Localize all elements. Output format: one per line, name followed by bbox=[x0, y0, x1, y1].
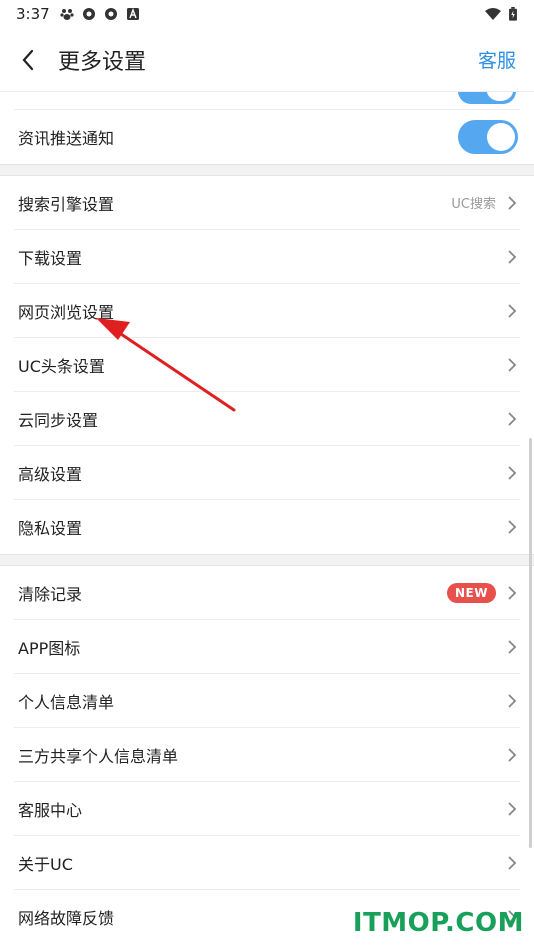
toggle-switch[interactable] bbox=[458, 92, 516, 104]
row-news-push[interactable]: 资讯推送通知 bbox=[14, 110, 520, 164]
row-download[interactable]: 下载设置 bbox=[14, 230, 520, 284]
baidu-icon bbox=[60, 9, 74, 20]
aperture-icon bbox=[82, 8, 95, 20]
row-cloud-sync[interactable]: 云同步设置 bbox=[14, 392, 520, 446]
settings-list[interactable]: 资讯推送通知 搜索引擎设置 UC搜索 下载设置 网页浏览设置 UC头条设置 云同… bbox=[0, 92, 534, 950]
row-label: 清除记录 bbox=[18, 584, 83, 604]
group-divider bbox=[0, 164, 534, 176]
row-label: 个人信息清单 bbox=[18, 692, 115, 712]
row-clear-history[interactable]: 清除记录 NEW bbox=[14, 566, 520, 620]
chevron-left-icon bbox=[22, 49, 34, 70]
row-label: 三方共享个人信息清单 bbox=[18, 746, 179, 766]
chevron-right-icon bbox=[508, 411, 517, 426]
row-label: UC头条设置 bbox=[18, 356, 105, 376]
settings-group: 搜索引擎设置 UC搜索 下载设置 网页浏览设置 UC头条设置 云同步设置 高级设… bbox=[0, 176, 534, 554]
row-advanced[interactable]: 高级设置 bbox=[14, 446, 520, 500]
news-push-toggle[interactable] bbox=[458, 120, 518, 154]
row-app-icon[interactable]: APP图标 bbox=[14, 620, 520, 674]
title-bar: 更多设置 客服 bbox=[0, 28, 534, 92]
chevron-right-icon bbox=[508, 249, 517, 264]
row-label: 关于UC bbox=[18, 854, 73, 874]
status-system-icons bbox=[484, 7, 518, 21]
row-label: 网页浏览设置 bbox=[18, 302, 115, 322]
scrollbar[interactable] bbox=[529, 438, 532, 848]
row-label: 网络故障反馈 bbox=[18, 909, 115, 928]
row-label: 云同步设置 bbox=[18, 410, 99, 430]
customer-service-link[interactable]: 客服 bbox=[478, 46, 516, 73]
chevron-right-icon bbox=[508, 639, 517, 654]
status-time: 3:37 bbox=[16, 5, 50, 23]
row-label: 搜索引擎设置 bbox=[18, 194, 115, 214]
status-notification-icons bbox=[60, 7, 140, 21]
row-label: APP图标 bbox=[18, 638, 81, 658]
row-label: 客服中心 bbox=[18, 800, 83, 820]
row-service-center[interactable]: 客服中心 bbox=[14, 782, 520, 836]
row-third-party-sharing[interactable]: 三方共享个人信息清单 bbox=[14, 728, 520, 782]
a-box-icon bbox=[126, 8, 139, 20]
battery-icon bbox=[509, 7, 517, 21]
chevron-right-icon bbox=[508, 855, 517, 870]
chevron-right-icon bbox=[508, 747, 517, 762]
aperture-icon bbox=[104, 8, 117, 20]
row-privacy[interactable]: 隐私设置 bbox=[14, 500, 520, 554]
page-title: 更多设置 bbox=[58, 49, 147, 75]
chevron-right-icon bbox=[508, 195, 517, 210]
chevron-right-icon bbox=[508, 693, 517, 708]
chevron-right-icon bbox=[508, 801, 517, 816]
row-label: 资讯推送通知 bbox=[18, 129, 115, 148]
chevron-right-icon bbox=[508, 303, 517, 318]
row-label: 隐私设置 bbox=[18, 519, 83, 538]
row-about-uc[interactable]: 关于UC bbox=[14, 836, 520, 890]
row-label: 下载设置 bbox=[18, 248, 83, 268]
row-label: 高级设置 bbox=[18, 464, 83, 484]
back-button[interactable] bbox=[0, 28, 56, 92]
chevron-right-icon bbox=[508, 357, 517, 372]
group-divider bbox=[0, 554, 534, 566]
watermark: ITMOP.COM bbox=[352, 908, 524, 938]
row-personal-info-list[interactable]: 个人信息清单 bbox=[14, 674, 520, 728]
settings-group: 清除记录 NEW APP图标 个人信息清单 三方共享个人信息清单 客服中心 关于… bbox=[0, 566, 534, 944]
row-web-browsing[interactable]: 网页浏览设置 bbox=[14, 284, 520, 338]
new-badge: NEW bbox=[447, 582, 496, 603]
settings-group: 资讯推送通知 bbox=[0, 110, 534, 164]
row-uc-headlines[interactable]: UC头条设置 bbox=[14, 338, 520, 392]
chevron-right-icon bbox=[508, 465, 517, 480]
status-bar: 3:37 bbox=[0, 0, 534, 28]
partial-toggle-row bbox=[14, 92, 520, 110]
wifi-icon bbox=[485, 8, 501, 20]
row-search-engine[interactable]: 搜索引擎设置 UC搜索 bbox=[14, 176, 520, 230]
chevron-right-icon bbox=[508, 585, 517, 600]
row-value: UC搜索 bbox=[451, 197, 496, 212]
chevron-right-icon bbox=[508, 520, 517, 534]
